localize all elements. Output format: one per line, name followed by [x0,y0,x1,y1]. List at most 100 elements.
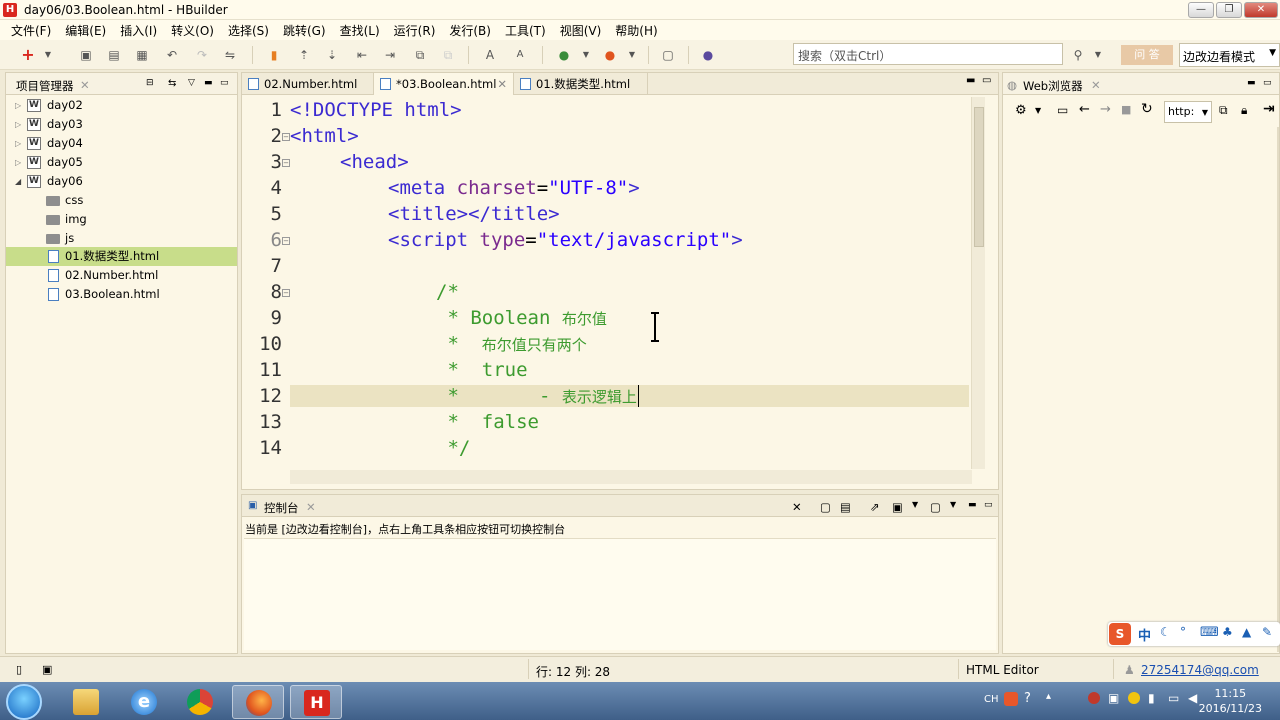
expand-arrow-icon[interactable]: ▷ [15,134,21,153]
menu-run[interactable]: 运行(R) [387,22,443,39]
menu-select[interactable]: 选择(S) [221,22,276,39]
restore-button[interactable]: ❐ [1216,2,1242,18]
collapse-arrow-icon[interactable]: ◢ [15,172,21,191]
menu-edit[interactable]: 编辑(E) [58,22,113,39]
collapse-icon[interactable]: ⊟ [146,78,154,88]
tree-item-img[interactable]: img [6,210,237,229]
task-icon[interactable]: ▣ [42,663,52,676]
format-icon[interactable]: ⇋ [222,47,238,63]
firefox-icon[interactable]: ● [602,47,618,63]
lock-icon[interactable]: 🔒︎ [1241,103,1247,118]
start-button[interactable] [6,684,42,720]
tree-item-day02[interactable]: ▷ W day02 [6,96,237,115]
refresh-icon[interactable]: ↻ [1141,101,1153,117]
menu-tools[interactable]: 工具(T) [498,22,553,39]
network-tray-icon[interactable]: ▣ [1108,691,1119,705]
view-menu-icon[interactable]: ▽ [188,78,195,88]
editor-horizontal-scrollbar[interactable] [290,470,972,484]
open-external-icon[interactable]: ⧉ [1219,103,1228,118]
new-item-icon[interactable]: ▯ [16,663,22,676]
user-account-link[interactable]: 27254174@qq.com [1141,663,1259,677]
tree-item-day06[interactable]: ◢ W day06 [6,172,237,191]
copy-icon[interactable]: ▢ [820,500,831,514]
menu-publish[interactable]: 发行(B) [442,22,498,39]
maximize-panel-icon[interactable]: ▭ [982,75,991,86]
tree-item-js[interactable]: js [6,229,237,248]
new-file-icon[interactable]: + [20,47,36,63]
ie-taskbar-button[interactable]: e [118,685,170,719]
system-clock[interactable]: 11:15 2016/11/23 [1199,686,1262,716]
ask-button[interactable]: 问 答 [1121,45,1173,65]
expand-arrow-icon[interactable]: ▷ [15,115,21,134]
search-dropdown-icon[interactable]: ▼ [1090,47,1106,63]
punctuation-icon[interactable]: ° [1180,625,1186,639]
close-icon[interactable]: ✕ [80,78,90,92]
console-output[interactable] [244,538,996,650]
link-icon[interactable]: ⇆ [168,78,176,89]
stop-icon[interactable]: ■ [1121,103,1131,116]
close-button[interactable]: ✕ [1244,2,1278,18]
uncomment-icon[interactable]: ⧉ [440,47,456,63]
update-tray-icon[interactable] [1128,692,1140,704]
back-icon[interactable]: ← [1079,102,1090,117]
goto-end-icon[interactable]: ⇥ [382,47,398,63]
menu-view[interactable]: 视图(V) [553,22,609,39]
gear-icon[interactable]: ⚙ [1015,103,1027,118]
save-icon[interactable]: ▣ [78,47,94,63]
tab-03-boolean[interactable]: *03.Boolean.html ✕ [374,73,514,95]
font-increase-icon[interactable]: A [482,47,498,63]
menu-find[interactable]: 查找(L) [333,22,387,39]
tab-01-datatypes[interactable]: 01.数据类型.html [514,73,648,95]
close-icon[interactable]: ✕ [306,500,316,514]
tree-item-day04[interactable]: ▷ W day04 [6,134,237,153]
preview-icon[interactable]: ▢ [660,47,676,63]
maximize-panel-icon[interactable]: ▭ [984,500,993,510]
prev-bookmark-icon[interactable]: ⇡ [296,47,312,63]
minimize-panel-icon[interactable]: ▬ [1247,78,1256,88]
firefox-taskbar-button[interactable] [232,685,284,719]
chevron-down-icon[interactable]: ▼ [912,500,918,509]
display-console-icon[interactable]: ▣ [892,500,903,514]
expand-arrow-icon[interactable]: ▷ [15,153,21,172]
menu-escape[interactable]: 转义(O) [164,22,221,39]
console-toggle-icon[interactable]: ▭ [1057,103,1068,117]
undo-icon[interactable]: ↶ [164,47,180,63]
fold-toggle-icon[interactable]: − [282,133,290,141]
fold-toggle-icon[interactable]: − [282,159,290,167]
wrench-icon[interactable]: ✎ [1262,625,1272,639]
menu-goto[interactable]: 跳转(G) [276,22,333,39]
font-decrease-icon[interactable]: A [512,47,528,63]
display-tray-icon[interactable]: ▭ [1168,691,1179,705]
minimize-panel-icon[interactable]: ▬ [968,500,977,510]
expand-arrow-icon[interactable]: ▷ [15,96,21,115]
sogou-tray-icon[interactable] [1004,692,1018,706]
fold-toggle-icon[interactable]: − [282,289,290,297]
goto-start-icon[interactable]: ⇤ [354,47,370,63]
editor-vertical-scrollbar[interactable] [971,97,985,469]
menu-file[interactable]: 文件(F) [4,22,58,39]
minimize-button[interactable]: — [1188,2,1214,18]
pin-icon[interactable]: ⇗ [870,500,880,514]
keyboard-icon[interactable]: ⌨ [1200,625,1219,640]
menu-help[interactable]: 帮助(H) [608,22,664,39]
ime-mode[interactable]: 中 [1138,625,1151,644]
close-icon[interactable]: ✕ [1091,78,1101,92]
tree-item-01-datatypes[interactable]: 01.数据类型.html [6,247,237,266]
forward-icon[interactable]: → [1100,102,1111,117]
new-console-icon[interactable]: ▢ [930,500,941,514]
language-indicator[interactable]: CH [984,694,999,705]
tray-overflow-icon[interactable]: ▴ [1046,691,1051,702]
run-dropdown-icon[interactable]: ▼ [578,47,594,63]
menu-insert[interactable]: 插入(I) [113,22,164,39]
maximize-panel-icon[interactable]: ▭ [220,78,229,88]
chevron-down-icon[interactable]: ▼ [950,500,956,509]
tree-item-day03[interactable]: ▷ W day03 [6,115,237,134]
code-area[interactable]: <!DOCTYPE html> <html> <head> <meta char… [290,97,970,469]
scroll-lock-icon[interactable]: ▤ [840,500,851,514]
tree-item-03-boolean[interactable]: 03.Boolean.html [6,285,237,304]
security-tray-icon[interactable] [1088,692,1100,704]
search-input[interactable]: 搜索（双击Ctrl） [793,43,1063,65]
sogou-logo-icon[interactable]: S [1109,623,1131,645]
search-icon[interactable]: ⚲ [1070,47,1086,63]
redo-icon[interactable]: ↷ [194,47,210,63]
